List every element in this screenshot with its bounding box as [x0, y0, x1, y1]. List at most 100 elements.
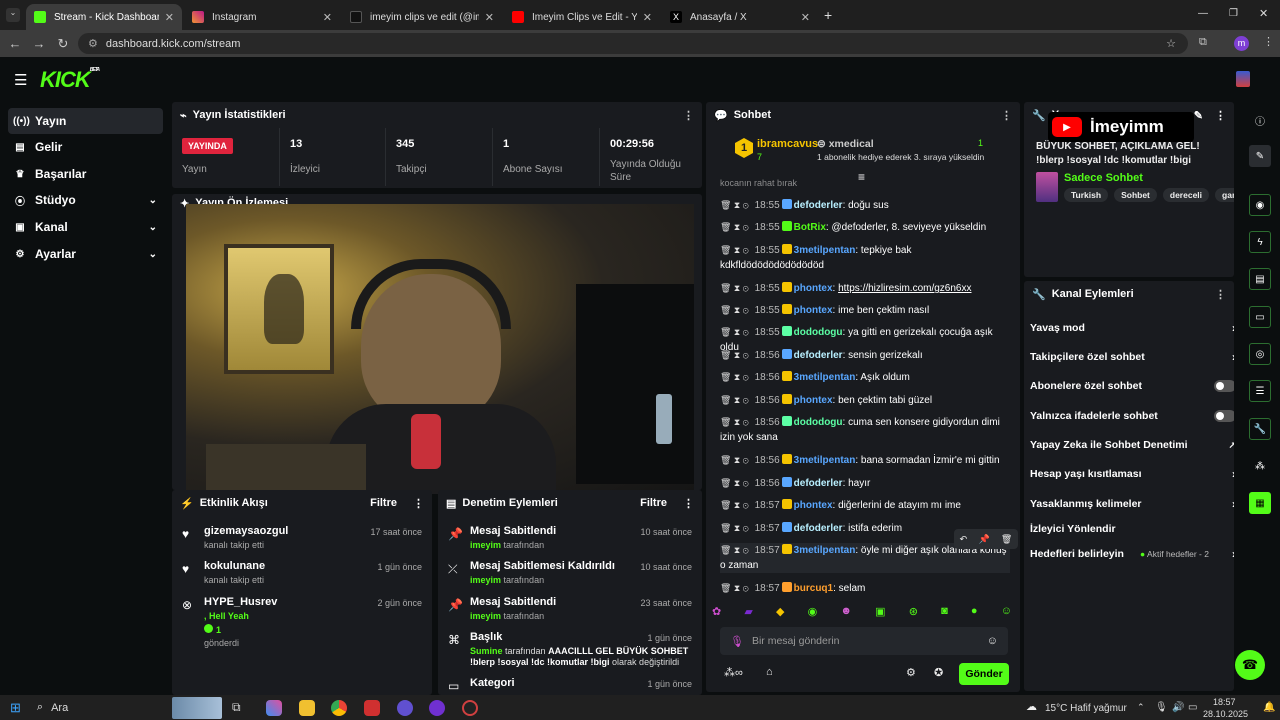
- new-tab-button[interactable]: +: [824, 7, 832, 23]
- maximize-button[interactable]: ❐: [1229, 8, 1238, 19]
- mod-actions-icon[interactable]: 🗑 ⧗ ⊙: [720, 305, 749, 315]
- message-username[interactable]: phontex: [794, 305, 833, 316]
- action-followers-only[interactable]: Takipçilere özel sohbet ›: [1030, 345, 1234, 369]
- file-explorer-icon[interactable]: [299, 700, 315, 716]
- chat-message[interactable]: 🗑 ⧗ ⊙ 18:56 defoderler: sensin gerizekalı: [720, 348, 1010, 363]
- clips-icon[interactable]: ▦: [1249, 492, 1271, 514]
- menu-dots-icon[interactable]: ⋮: [1263, 35, 1274, 48]
- clock-time[interactable]: 18:57: [1213, 697, 1236, 707]
- chat-input[interactable]: 🎙 Bir mesaj gönderin ☺: [720, 627, 1008, 655]
- tag[interactable]: gamin: [1215, 188, 1234, 202]
- sidebar-item-kanal[interactable]: ▣ Kanal ⌄: [8, 214, 163, 240]
- edit-icon[interactable]: ✎: [1194, 109, 1203, 122]
- app-icon[interactable]: [462, 700, 478, 716]
- chat-message[interactable]: 🗑 ⧗ ⊙ 18:56 phontex: ben çektim tabi güzel: [720, 393, 1010, 408]
- chat-message[interactable]: 🗑 ⧗ ⊙ 18:55 defoderler: doğu sus: [720, 198, 1010, 213]
- more-options-icon[interactable]: ⋮: [1215, 109, 1226, 122]
- reload-icon[interactable]: ↻: [51, 36, 75, 52]
- mod-actions-icon[interactable]: 🗑 ⧗ ⊙: [720, 283, 749, 293]
- sidebar-item-studyo[interactable]: ⦿ Stüdyo ⌄: [8, 187, 163, 213]
- close-tab-icon[interactable]: ✕: [165, 11, 174, 24]
- more-options-icon[interactable]: ⋮: [1001, 109, 1012, 122]
- store-icon[interactable]: ⌂: [766, 666, 773, 678]
- sidebar-item-gelir[interactable]: ▤ Gelir: [8, 134, 163, 160]
- wrench-icon[interactable]: 🔧: [1249, 418, 1271, 440]
- message-username[interactable]: BotRix: [794, 222, 826, 233]
- message-username[interactable]: defoderler: [794, 350, 843, 361]
- emote-icon[interactable]: ◉: [808, 605, 818, 625]
- windows-start-icon[interactable]: ⊞: [10, 700, 21, 716]
- obs-icon[interactable]: [429, 700, 445, 716]
- filter-button[interactable]: Filtre: [370, 497, 397, 509]
- mod-actions-icon[interactable]: 🗑 ⧗ ⊙: [720, 583, 749, 593]
- stream-preview-video[interactable]: [186, 204, 694, 494]
- message-username[interactable]: dododogu: [794, 417, 843, 428]
- mod-actions-icon[interactable]: 🗑 ⧗ ⊙: [720, 245, 749, 255]
- bookmark-star-icon[interactable]: ☆: [1166, 37, 1176, 50]
- action-subscribers-only[interactable]: Abonelere özel sohbet: [1030, 374, 1234, 398]
- pin-icon[interactable]: 📌: [978, 534, 989, 545]
- message-username[interactable]: defoderler: [794, 478, 843, 489]
- notification-icon[interactable]: 🔔: [1263, 702, 1275, 713]
- task-view-icon[interactable]: ⧉: [232, 700, 248, 716]
- emote-icon[interactable]: ●: [971, 605, 978, 625]
- more-options-icon[interactable]: ⋮: [683, 109, 694, 122]
- site-info-icon[interactable]: ⚙: [88, 37, 98, 50]
- mod-actions-icon[interactable]: 🗑 ⧗ ⊙: [720, 455, 749, 465]
- chrome-icon[interactable]: [331, 700, 347, 716]
- more-options-icon[interactable]: ⋮: [413, 497, 424, 510]
- emote-icon[interactable]: ◙: [941, 605, 948, 625]
- user-avatar[interactable]: [1236, 71, 1250, 87]
- discord-icon[interactable]: [397, 700, 413, 716]
- support-chat-icon[interactable]: ☎: [1235, 650, 1265, 680]
- message-username[interactable]: 3metilpentan: [794, 455, 856, 466]
- mod-actions-icon[interactable]: 🗑 ⧗ ⊙: [720, 523, 749, 533]
- close-tab-icon[interactable]: ✕: [485, 11, 494, 24]
- mod-actions-icon[interactable]: 🗑 ⧗ ⊙: [720, 372, 749, 382]
- bolt-icon[interactable]: ϟ: [1249, 231, 1271, 253]
- message-username[interactable]: defoderler: [794, 523, 843, 534]
- search-icon[interactable]: ⌕: [37, 701, 43, 714]
- message-username[interactable]: phontex: [794, 395, 833, 406]
- mod-actions-icon[interactable]: 🗑 ⧗ ⊙: [720, 200, 749, 210]
- emote-icon[interactable]: ▰: [744, 605, 752, 625]
- mod-actions-icon[interactable]: 🗑 ⧗ ⊙: [720, 327, 749, 337]
- action-goals[interactable]: Hedefleri belirleyin ● Aktif hedefler - 2…: [1030, 542, 1234, 566]
- emote-icon[interactable]: ⊛: [909, 605, 918, 625]
- chat-icon[interactable]: ▭: [1249, 306, 1271, 328]
- chat-message[interactable]: 🗑 ⧗ ⊙ 18:56 dododogu: cuma sen konsere gid…: [720, 415, 1010, 445]
- bot-icon[interactable]: ✪: [934, 666, 943, 679]
- delete-icon[interactable]: 🗑: [1001, 534, 1012, 545]
- sidebar-item-ayarlar[interactable]: ⚙ Ayarlar ⌄: [8, 241, 163, 267]
- tag[interactable]: dereceli: [1162, 188, 1210, 202]
- message-username[interactable]: dododogu: [794, 327, 843, 338]
- chat-message[interactable]: 🗑 ⧗ ⊙ 18:55 phontex: https://hizliresim.co…: [720, 281, 1010, 296]
- emote-icon[interactable]: ☺: [1001, 605, 1012, 625]
- action-host[interactable]: İzleyici Yönlendir: [1030, 517, 1230, 541]
- forward-icon[interactable]: →: [27, 36, 51, 51]
- minimize-button[interactable]: —: [1198, 8, 1208, 19]
- gift-user[interactable]: ⊜ xmedical: [817, 138, 874, 150]
- category-thumbnail[interactable]: [1036, 172, 1058, 202]
- tag[interactable]: Turkish: [1064, 188, 1109, 202]
- emote-icon[interactable]: ✿: [712, 605, 721, 625]
- taskbar-search-label[interactable]: Ara: [51, 702, 68, 714]
- tab-youtube[interactable]: İmeyim Clips ve Edit - YouTube ✕: [504, 4, 660, 30]
- sidebar-item-yayin[interactable]: ((•)) Yayın: [8, 108, 163, 134]
- chat-message[interactable]: 🗑 ⧗ ⊙ 18:56 3metilpentan: Aşık oldum: [720, 370, 1010, 385]
- collapse-icon[interactable]: ≡: [858, 170, 865, 184]
- moderation-icon[interactable]: ☰: [1249, 380, 1271, 402]
- copilot-icon[interactable]: [266, 700, 282, 716]
- category-name[interactable]: Sadece Sohbet: [1064, 172, 1143, 184]
- tray-chevron-icon[interactable]: ⌃: [1137, 702, 1145, 713]
- toggle-switch[interactable]: [1214, 410, 1234, 422]
- emote-icon[interactable]: ◆: [776, 605, 784, 625]
- mod-actions-icon[interactable]: 🗑 ⧗ ⊙: [720, 417, 749, 427]
- more-options-icon[interactable]: ⋮: [1215, 288, 1226, 301]
- close-tab-icon[interactable]: ✕: [643, 11, 652, 24]
- tab-x[interactable]: X Anasayfa / X ✕: [662, 4, 818, 30]
- taskbar-widget-thumbnail[interactable]: [172, 697, 222, 719]
- camera-icon[interactable]: ◉: [1249, 194, 1271, 216]
- chat-message[interactable]: 🗑 ⧗ ⊙ 18:55 phontex: ime ben çektim nasıl: [720, 303, 1010, 318]
- tab-instagram[interactable]: Instagram ✕: [184, 4, 340, 30]
